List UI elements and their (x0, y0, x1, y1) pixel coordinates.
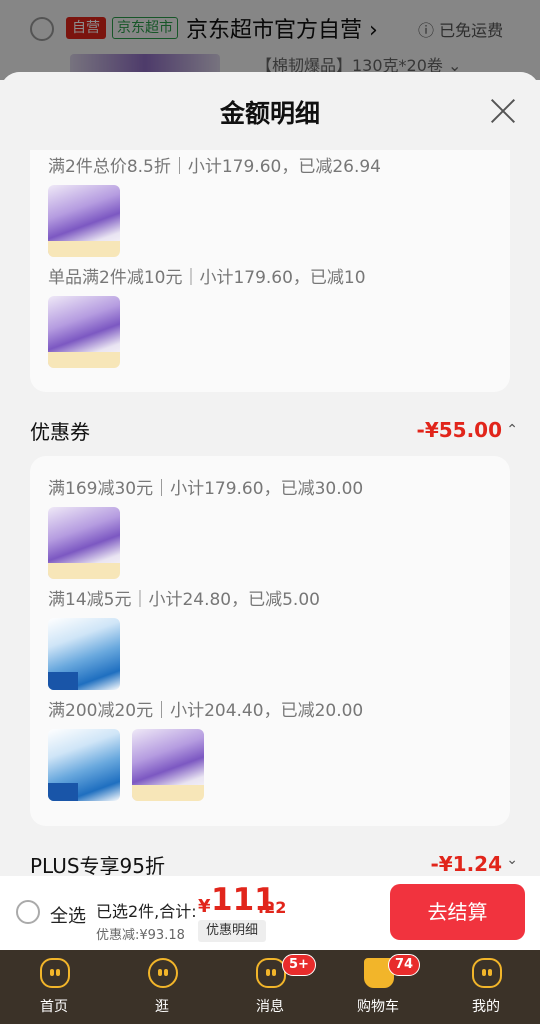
promo-card: 满2件总价8.5折｜小计179.60，已减26.94 单品满2件减10元｜小计1… (30, 112, 510, 392)
sheet-header: 金额明细 (0, 72, 540, 150)
sheet-title: 金额明细 (219, 99, 320, 128)
tab-browse[interactable]: 逛 (112, 950, 212, 1024)
plus-section-title: PLUS专享95折 (30, 854, 165, 876)
home-icon (40, 958, 70, 988)
product-thumbnail (48, 507, 120, 579)
select-all-label[interactable]: 全选 (50, 902, 86, 928)
tab-label: 我的 (472, 999, 500, 1015)
product-thumbnail (48, 185, 120, 257)
promo-rule: 单品满2件减10元｜小计179.60，已减10 (48, 268, 366, 288)
currency-symbol: ¥ (198, 896, 211, 917)
tab-messages[interactable]: 5+ 消息 (220, 950, 320, 1024)
tab-home[interactable]: 首页 (4, 950, 104, 1024)
tab-label: 首页 (40, 999, 68, 1015)
tab-profile[interactable]: 我的 (436, 950, 536, 1024)
chevron-up-icon[interactable]: ⌃ (506, 422, 518, 438)
promo-rule: 满2件总价8.5折｜小计179.60，已减26.94 (48, 157, 382, 177)
dim-overlay[interactable] (0, 0, 540, 80)
message-badge: 5+ (282, 954, 316, 976)
tab-cart[interactable]: 74 购物车 (328, 950, 428, 1024)
cart-badge: 74 (388, 954, 421, 976)
discount-detail-button[interactable]: 优惠明细 (198, 920, 267, 942)
coupon-section-title: 优惠券 (30, 420, 90, 444)
checkout-button[interactable]: 去结算 (390, 884, 525, 940)
coupon-amount[interactable]: -¥55.00 (417, 418, 502, 442)
tab-bar: 首页 逛 5+ 消息 74 购物车 我的 (0, 950, 540, 1024)
tab-label: 逛 (155, 999, 169, 1015)
plus-amount[interactable]: -¥1.24 (430, 852, 502, 876)
select-all-checkbox[interactable] (16, 900, 40, 924)
total-decimal: .22 (258, 898, 287, 917)
profile-icon (472, 958, 502, 988)
amount-detail-sheet: 满2件总价8.5折｜小计179.60，已减26.94 单品满2件减10元｜小计1… (0, 72, 540, 876)
selected-total-label: 已选2件,合计: (96, 902, 197, 921)
coupon-card: 满169减30元｜小计179.60，已减30.00 满14减5元｜小计24.80… (30, 456, 510, 826)
coupon-rule: 满169减30元｜小计179.60，已减30.00 (48, 479, 364, 499)
product-thumbnail (132, 729, 204, 801)
product-thumbnail (48, 729, 120, 801)
product-thumbnail (48, 296, 120, 368)
tab-label: 消息 (256, 999, 284, 1015)
close-icon[interactable] (488, 96, 518, 126)
discount-label: 优惠减:¥93.18 (96, 928, 185, 943)
chevron-down-icon[interactable]: ⌄ (506, 852, 518, 868)
cart-store-header: 自营 京东超市 京东超市官方自营 › ⓘ 已免运费 【棉韧爆品】130克*20卷… (0, 0, 540, 80)
tab-label: 购物车 (357, 999, 399, 1015)
coupon-rule: 满14减5元｜小计24.80，已减5.00 (48, 590, 320, 610)
product-thumbnail (48, 618, 120, 690)
coupon-rule: 满200减20元｜小计204.40，已减20.00 (48, 701, 364, 721)
settlement-bar: 全选 已选2件,合计: ¥ 111 .22 优惠减:¥93.18 优惠明细 去结… (0, 876, 540, 950)
browse-icon (148, 958, 178, 988)
